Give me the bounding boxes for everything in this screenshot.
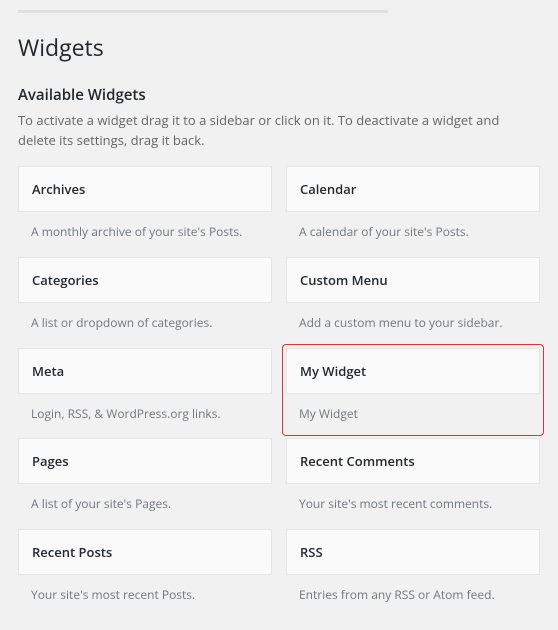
widget-my-widget[interactable]: My Widget My Widget (286, 348, 540, 439)
widget-recent-comments[interactable]: Recent Comments Your site's most recent … (286, 438, 540, 529)
widget-description: A monthly archive of your site's Posts. (18, 212, 272, 257)
widget-description: Login, RSS, & WordPress.org links. (18, 394, 272, 439)
section-description: To activate a widget drag it to a sideba… (18, 111, 540, 150)
widget-description: A list or dropdown of categories. (18, 303, 272, 348)
widget-title[interactable]: Recent Comments (286, 438, 540, 484)
widget-description: Your site's most recent comments. (286, 484, 540, 529)
widget-title[interactable]: Archives (18, 166, 272, 212)
widget-description: Entries from any RSS or Atom feed. (286, 575, 540, 620)
widget-description: A list of your site's Pages. (18, 484, 272, 529)
widget-archives[interactable]: Archives A monthly archive of your site'… (18, 166, 272, 257)
widget-recent-posts[interactable]: Recent Posts Your site's most recent Pos… (18, 529, 272, 620)
widget-title[interactable]: RSS (286, 529, 540, 575)
widget-title[interactable]: Pages (18, 438, 272, 484)
widget-title[interactable]: Calendar (286, 166, 540, 212)
page-title: Widgets (18, 31, 540, 63)
widget-description: A calendar of your site's Posts. (286, 212, 540, 257)
widget-calendar[interactable]: Calendar A calendar of your site's Posts… (286, 166, 540, 257)
section-title: Available Widgets (18, 85, 540, 105)
widget-title[interactable]: Categories (18, 257, 272, 303)
widget-title[interactable]: Recent Posts (18, 529, 272, 575)
widget-custom-menu[interactable]: Custom Menu Add a custom menu to your si… (286, 257, 540, 348)
widget-pages[interactable]: Pages A list of your site's Pages. (18, 438, 272, 529)
widget-rss[interactable]: RSS Entries from any RSS or Atom feed. (286, 529, 540, 620)
widget-categories[interactable]: Categories A list or dropdown of categor… (18, 257, 272, 348)
widget-title[interactable]: My Widget (286, 348, 540, 394)
widget-meta[interactable]: Meta Login, RSS, & WordPress.org links. (18, 348, 272, 439)
top-divider (18, 10, 388, 13)
widget-description: My Widget (286, 394, 540, 433)
widgets-grid: Archives A monthly archive of your site'… (18, 166, 540, 620)
highlight-box: My Widget My Widget (282, 344, 544, 437)
widget-title[interactable]: Meta (18, 348, 272, 394)
widget-description: Add a custom menu to your sidebar. (286, 303, 540, 348)
widget-title[interactable]: Custom Menu (286, 257, 540, 303)
widget-description: Your site's most recent Posts. (18, 575, 272, 620)
